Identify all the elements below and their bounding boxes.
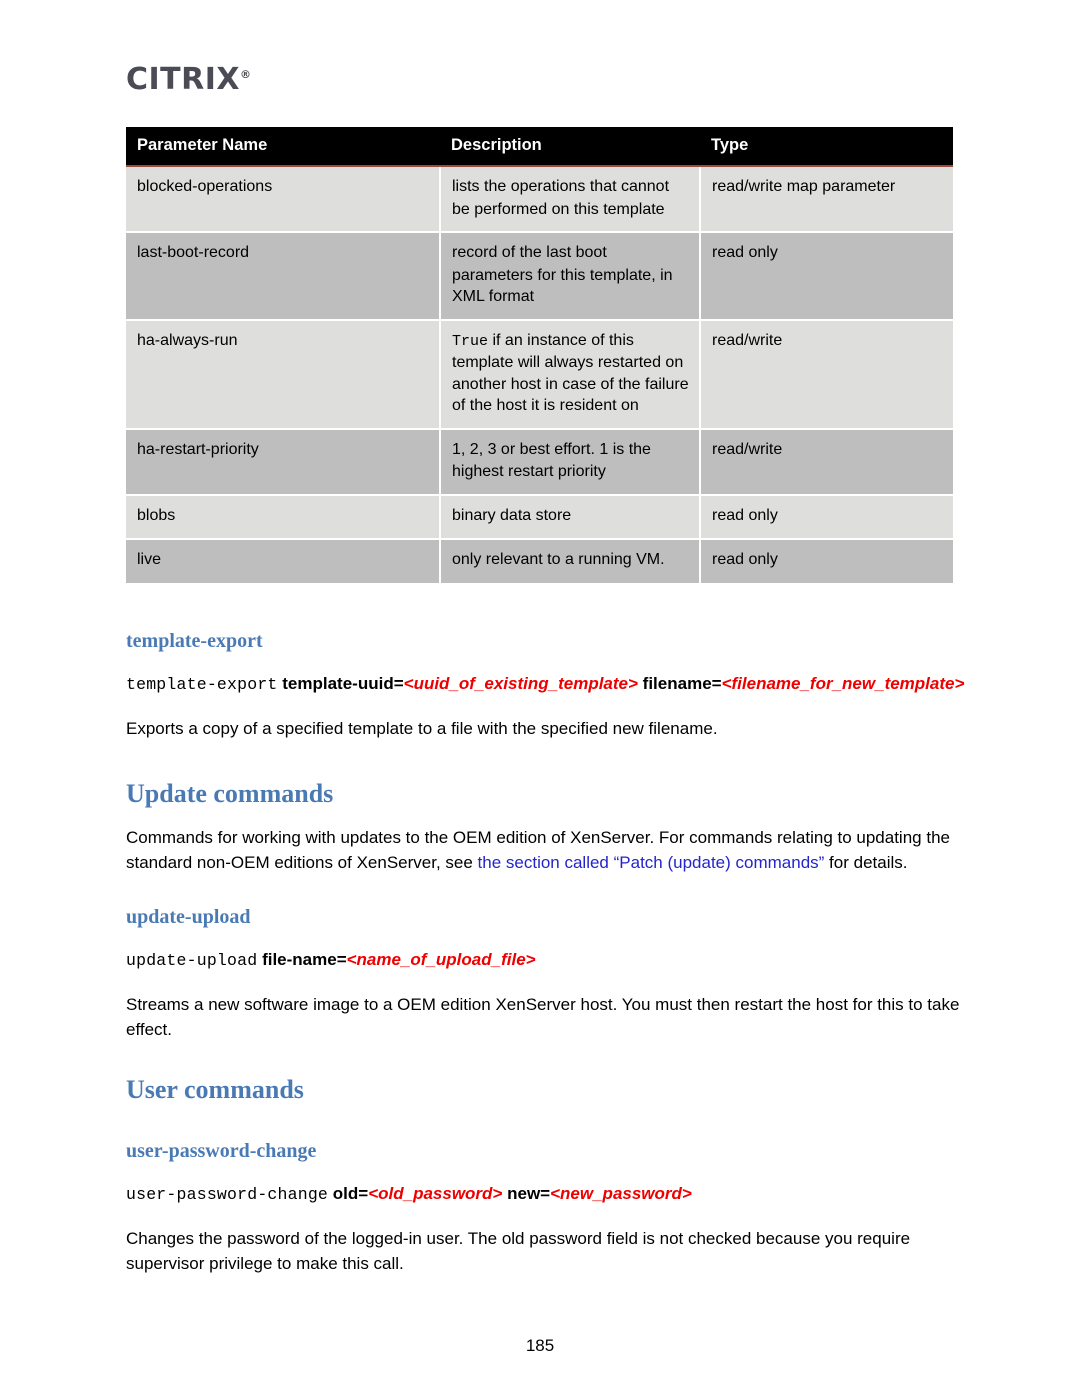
table-row: ha-always-run True if an instance of thi… bbox=[126, 318, 953, 429]
cell-description: True if an instance of this template wil… bbox=[440, 318, 701, 429]
cell-type: read only bbox=[700, 493, 953, 539]
paragraph-update-upload-description: Streams a new software image to a OEM ed… bbox=[126, 995, 960, 1039]
cell-description: lists the operations that cannot be perf… bbox=[440, 166, 701, 232]
cell-description-text: record of the last boot parameters for t… bbox=[452, 244, 673, 305]
cell-description-text: only relevant to a running VM. bbox=[452, 551, 665, 568]
table-row: ha-restart-priority 1, 2, 3 or best effo… bbox=[126, 427, 953, 495]
heading-user-password-change: user-password-change bbox=[126, 1140, 317, 1162]
citrix-logo: CITRIX® bbox=[126, 62, 252, 97]
heading-update-upload: update-upload bbox=[126, 906, 251, 928]
cell-type: read only bbox=[700, 538, 953, 583]
command-arg-filename: filename= bbox=[642, 674, 722, 693]
command-replaceable-filename: <filename_for_new_template> bbox=[721, 674, 965, 693]
cell-description: only relevant to a running VM. bbox=[440, 538, 701, 583]
citrix-logo-wordmark: CITRIX bbox=[126, 62, 241, 97]
cell-description-code: True bbox=[452, 332, 489, 350]
column-header-description: Description bbox=[440, 127, 700, 167]
paragraph-user-password-change-description: Changes the password of the logged-in us… bbox=[126, 1229, 911, 1273]
paragraph-update-commands-intro: Commands for working with updates to the… bbox=[126, 825, 966, 875]
cell-description: binary data store bbox=[440, 493, 701, 539]
command-replaceable-file-name: <name_of_upload_file> bbox=[346, 950, 536, 969]
cell-description-text: lists the operations that cannot be perf… bbox=[452, 178, 670, 218]
cell-parameter-name: live bbox=[126, 538, 441, 583]
synopsis-template-export: template-export template-uuid=<uuid_of_e… bbox=[126, 674, 964, 694]
command-name: user-password-change bbox=[126, 1185, 329, 1204]
heading-template-export: template-export bbox=[126, 630, 263, 652]
cell-parameter-name: blobs bbox=[126, 493, 441, 539]
cell-parameter-name: blocked-operations bbox=[126, 166, 441, 232]
cell-description-text: 1, 2, 3 or best effort. 1 is the highest… bbox=[452, 440, 651, 481]
cell-parameter-name: ha-restart-priority bbox=[126, 427, 441, 495]
command-name: update-upload bbox=[126, 951, 258, 970]
command-arg-new: new= bbox=[507, 1184, 551, 1203]
document-page: CITRIX® Parameter Name Description Type … bbox=[0, 0, 1080, 1397]
page-number: 185 bbox=[525, 1336, 555, 1355]
cell-type: read/write bbox=[700, 318, 953, 429]
table-row: last-boot-record record of the last boot… bbox=[126, 231, 953, 320]
column-header-type: Type bbox=[700, 127, 953, 167]
cell-type: read/write map parameter bbox=[700, 166, 953, 232]
paragraph-template-export-description: Exports a copy of a specified template t… bbox=[126, 719, 718, 738]
cell-description-text: if an instance of this template will alw… bbox=[452, 331, 689, 415]
command-replaceable-uuid: <uuid_of_existing_template> bbox=[403, 674, 638, 693]
table-row: blocked-operations lists the operations … bbox=[126, 166, 953, 232]
table-row: live only relevant to a running VM. read… bbox=[126, 538, 953, 583]
command-arg-old: old= bbox=[332, 1184, 369, 1203]
cell-parameter-name: last-boot-record bbox=[126, 231, 441, 320]
heading-update-commands: Update commands bbox=[126, 779, 334, 808]
cell-description: 1, 2, 3 or best effort. 1 is the highest… bbox=[440, 427, 701, 495]
registered-trademark-icon: ® bbox=[240, 68, 252, 81]
heading-user-commands: User commands bbox=[126, 1075, 304, 1104]
paragraph-text-after-link: for details. bbox=[824, 853, 908, 872]
command-name: template-export bbox=[126, 675, 278, 694]
table-row: blobs binary data store read only bbox=[126, 493, 953, 539]
command-arg-file-name: file-name= bbox=[262, 950, 347, 969]
table-header-row: Parameter Name Description Type bbox=[126, 127, 953, 167]
column-header-parameter-name: Parameter Name bbox=[126, 127, 440, 167]
command-replaceable-new-password: <new_password> bbox=[550, 1184, 692, 1203]
synopsis-user-password-change: user-password-change old=<old_password> … bbox=[126, 1184, 692, 1204]
cell-parameter-name: ha-always-run bbox=[126, 318, 441, 429]
cell-description: record of the last boot parameters for t… bbox=[440, 231, 701, 320]
parameter-table: Parameter Name Description Type blocked-… bbox=[126, 127, 953, 583]
cell-description-text: binary data store bbox=[452, 506, 572, 524]
command-arg-template-uuid: template-uuid= bbox=[282, 674, 404, 693]
command-replaceable-old-password: <old_password> bbox=[368, 1184, 503, 1203]
synopsis-update-upload: update-upload file-name=<name_of_upload_… bbox=[126, 950, 536, 970]
cell-type: read/write bbox=[700, 427, 953, 495]
cell-type: read only bbox=[700, 231, 953, 320]
link-patch-update-commands[interactable]: the section called “Patch (update) comma… bbox=[478, 853, 825, 872]
